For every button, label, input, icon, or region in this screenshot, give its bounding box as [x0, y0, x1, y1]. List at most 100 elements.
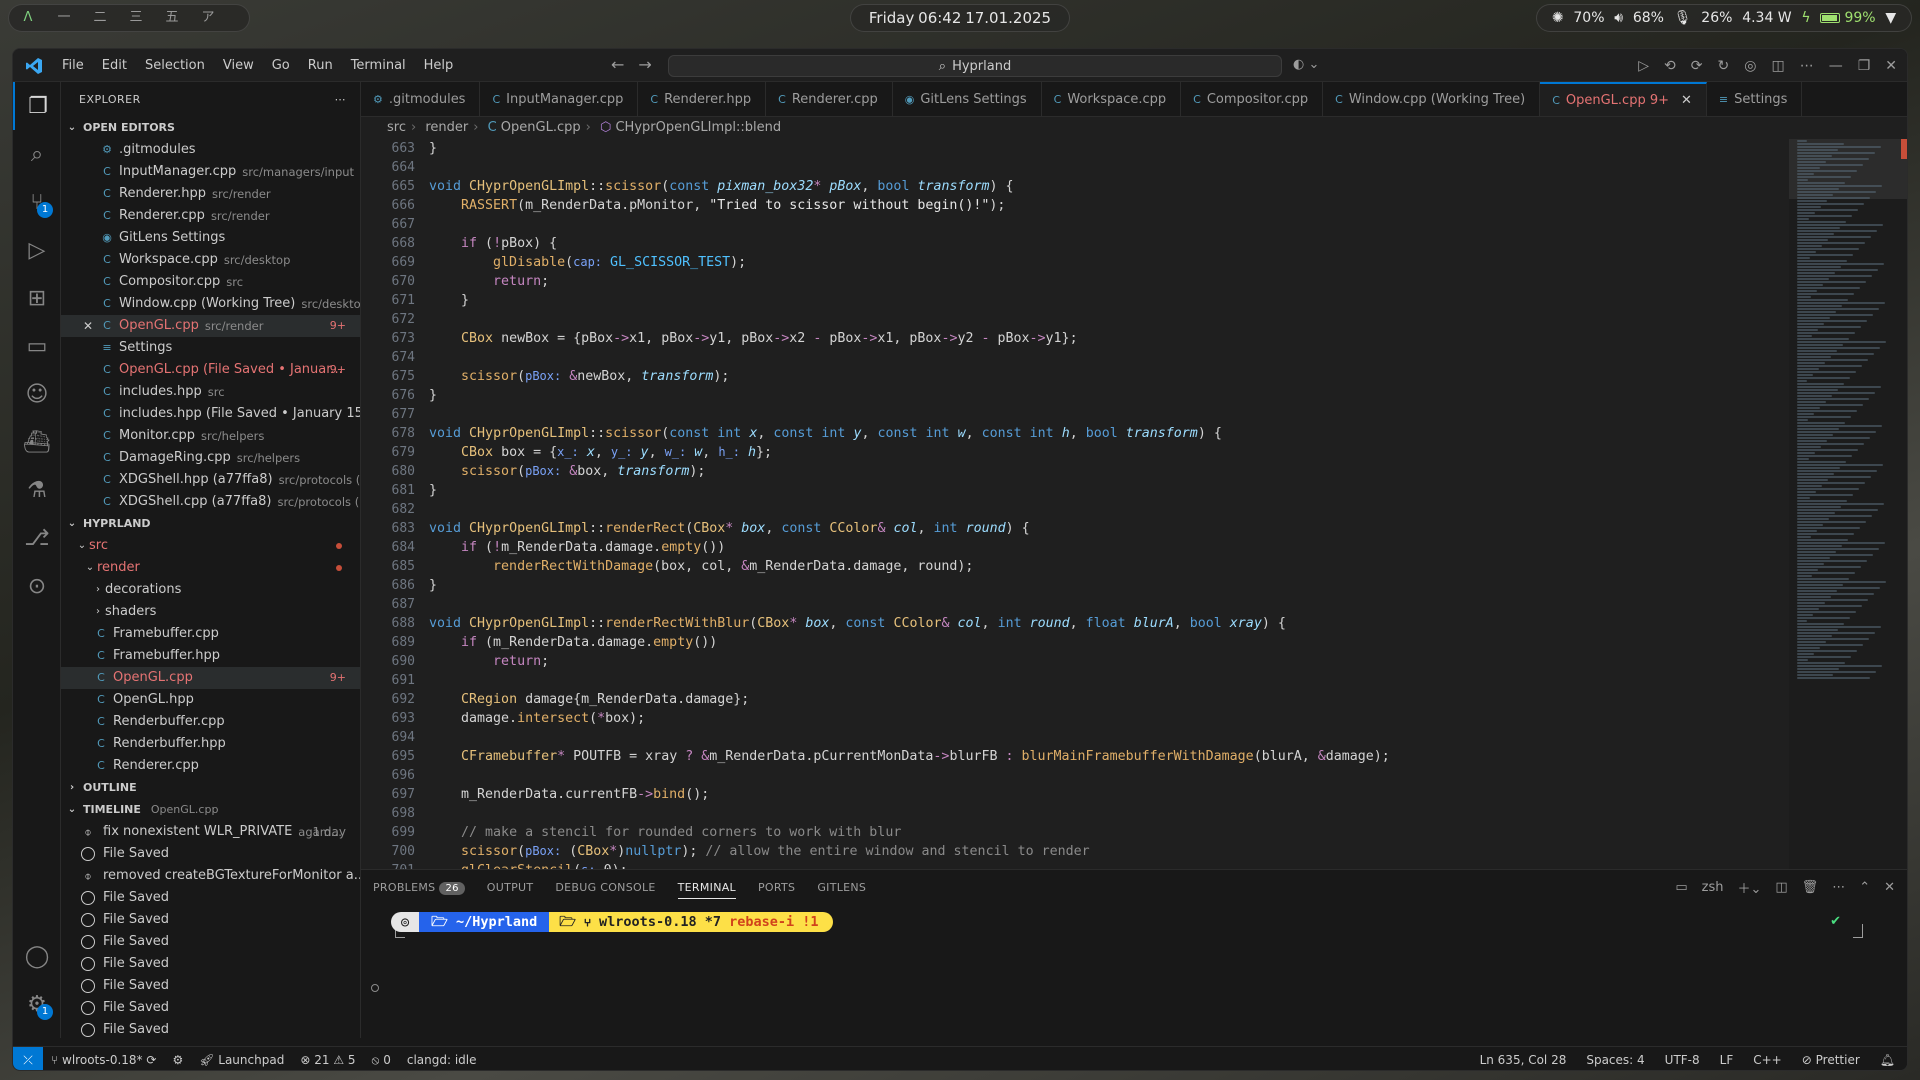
workspace-1[interactable]: Λ — [21, 11, 35, 25]
editor-tab[interactable]: ≡ Settings — [1707, 82, 1803, 116]
tree-file[interactable]: C Renderbuffer.hpp — [61, 733, 360, 755]
close-window-icon[interactable]: ✕ — [1885, 58, 1897, 74]
tree-folder-src[interactable]: ⌄ src — [61, 535, 360, 557]
run-debug-icon[interactable]: ▷ — [13, 226, 61, 274]
go-back-icon[interactable]: ⟲ — [1664, 58, 1676, 74]
editor-tab[interactable]: C Renderer.cpp — [766, 82, 893, 116]
timeline-item[interactable]: File Saved — [61, 909, 360, 931]
open-editor-item[interactable]: C OpenGL.cpp (File Saved • Januar... 9+ — [61, 359, 360, 381]
mic-level[interactable]: 26% — [1701, 10, 1732, 26]
testing-icon[interactable]: ⚗ — [13, 466, 61, 514]
split-terminal-icon[interactable]: ◫ — [1775, 880, 1787, 895]
code-lines[interactable]: }void CHyprOpenGLImpl::scissor(const pix… — [429, 139, 1779, 869]
launchpad[interactable]: 🚀︎ Launchpad — [199, 1053, 284, 1067]
more-actions-icon[interactable]: ⋯ — [1832, 880, 1845, 895]
code-line[interactable]: scissor(pBox: &box, transform); — [429, 462, 1779, 481]
extensions-icon[interactable]: ⊞ — [13, 274, 61, 322]
more-actions-icon[interactable]: ⋯ — [1800, 58, 1814, 74]
outline-header[interactable]: › OUTLINE — [61, 777, 360, 799]
menu-go[interactable]: Go — [263, 49, 299, 82]
close-icon[interactable]: ✕ — [83, 315, 93, 337]
code-line[interactable]: } — [429, 481, 1779, 500]
code-line[interactable] — [429, 215, 1779, 234]
clangd-status[interactable]: clangd: idle — [407, 1053, 477, 1067]
editor-tab[interactable]: C Compositor.cpp — [1181, 82, 1324, 116]
code-line[interactable]: CRegion damage{m_RenderData.damage}; — [429, 690, 1779, 709]
battery-indicator[interactable]: 99% — [1820, 10, 1876, 26]
volume-level[interactable]: 68% — [1633, 10, 1664, 26]
panel-tab-terminal[interactable]: TERMINAL — [677, 881, 736, 899]
breadcrumb-item[interactable]: OpenGL.cpp — [501, 120, 581, 135]
editor-tab[interactable]: C Workspace.cpp — [1042, 82, 1182, 116]
timeline-item[interactable]: File Saved — [61, 931, 360, 953]
code-line[interactable]: void CHyprOpenGLImpl::renderRectWithBlur… — [429, 614, 1779, 633]
code-line[interactable]: CFramebuffer* POUTFB = xray ? &m_RenderD… — [429, 747, 1779, 766]
gitlens-view-icon[interactable]: ⎇ — [13, 514, 61, 562]
tree-file[interactable]: C Renderbuffer.cpp — [61, 711, 360, 733]
menu-edit[interactable]: Edit — [93, 49, 136, 82]
panel-tab-output[interactable]: OUTPUT — [487, 881, 534, 894]
tree-file[interactable]: C Framebuffer.cpp — [61, 623, 360, 645]
open-editor-item[interactable]: C Workspace.cpp src/desktop — [61, 249, 360, 271]
code-line[interactable] — [429, 500, 1779, 519]
manage-gear-icon[interactable]: ⚙ 1 — [13, 980, 61, 1028]
workspace-3[interactable]: 二 — [93, 11, 107, 25]
code-line[interactable] — [429, 804, 1779, 823]
copilot-icon[interactable]: ◐ ⌄ — [1293, 57, 1319, 72]
tree-file[interactable]: C Renderer.cpp — [61, 755, 360, 777]
code-line[interactable]: scissor(pBox: &newBox, transform); — [429, 367, 1779, 386]
code-line[interactable]: void CHyprOpenGLImpl::scissor(const pixm… — [429, 177, 1779, 196]
gitlens-icon[interactable]: ◎ — [1744, 58, 1756, 74]
editor-tab[interactable]: C Renderer.hpp — [638, 82, 767, 116]
notifications-bell-icon[interactable]: 🔔︎ — [1880, 1053, 1895, 1067]
timeline-item[interactable]: File Saved — [61, 1019, 360, 1038]
open-editor-item[interactable]: C DamageRing.cpp src/helpers — [61, 447, 360, 469]
back-arrow-icon[interactable]: ← — [611, 55, 624, 74]
panel-tab-debug-console[interactable]: DEBUG CONSOLE — [555, 881, 655, 894]
timeline-item[interactable]: ⌽ removed createBGTextureForMonitor a... — [61, 865, 360, 887]
timeline-item[interactable]: File Saved — [61, 843, 360, 865]
code-line[interactable]: if (!pBox) { — [429, 234, 1779, 253]
minimap-slider[interactable] — [1789, 139, 1907, 199]
code-line[interactable]: } — [429, 386, 1779, 405]
open-editor-item[interactable]: C Compositor.cpp src — [61, 271, 360, 293]
workspace-4[interactable]: 三 — [129, 11, 143, 25]
open-editor-item[interactable]: ◉ GitLens Settings — [61, 227, 360, 249]
code-line[interactable]: } — [429, 139, 1779, 158]
open-editor-item[interactable]: ≡ Settings — [61, 337, 360, 359]
timeline-item[interactable]: ⌽ fix nonexistent WLR_PRIVATE agam... 1 day — [61, 821, 360, 843]
timeline-header[interactable]: ⌄ TIMELINE OpenGL.cpp — [61, 799, 360, 821]
code-line[interactable]: renderRectWithDamage(box, col, &m_Render… — [429, 557, 1779, 576]
editor-tab[interactable]: ⚙ .gitmodules — [361, 82, 481, 116]
code-line[interactable]: return; — [429, 272, 1779, 291]
breadcrumb-item[interactable]: render — [425, 120, 468, 135]
code-line[interactable] — [429, 766, 1779, 785]
panel-tab-gitlens[interactable]: GITLENS — [817, 881, 866, 894]
code-line[interactable]: return; — [429, 652, 1779, 671]
workspace-5[interactable]: 五 — [165, 11, 179, 25]
editor-tab[interactable]: C InputManager.cpp — [480, 82, 639, 116]
code-line[interactable]: } — [429, 576, 1779, 595]
go-forward-icon[interactable]: ↻ — [1718, 58, 1730, 74]
cpu-usage[interactable]: 70% — [1573, 10, 1604, 26]
remote-explorer-icon[interactable]: ▭ — [13, 322, 61, 370]
code-line[interactable]: if (m_RenderData.damage.empty()) — [429, 633, 1779, 652]
maximize-icon[interactable]: ❐ — [1858, 58, 1871, 74]
breadcrumb-item[interactable]: CHyprOpenGLImpl::blend — [615, 120, 781, 135]
open-editor-item[interactable]: ✕ C OpenGL.cpp src/render 9+ — [61, 315, 360, 337]
workspace-2[interactable]: 一 — [57, 11, 71, 25]
open-editor-item[interactable]: C Window.cpp (Working Tree) src/desktop — [61, 293, 360, 315]
minimap[interactable] — [1789, 139, 1907, 869]
ports-indicator[interactable]: ⦸ 0 — [372, 1053, 391, 1068]
wifi-icon[interactable]: ▼ — [1885, 10, 1896, 26]
timeline-view-icon[interactable]: ⊙ — [13, 562, 61, 610]
timeline-item[interactable]: File Saved — [61, 975, 360, 997]
menu-terminal[interactable]: Terminal — [342, 49, 415, 82]
menu-view[interactable]: View — [214, 49, 263, 82]
breadcrumb-item[interactable]: src — [387, 120, 406, 135]
encoding[interactable]: UTF-8 — [1665, 1053, 1700, 1067]
close-panel-icon[interactable]: ✕ — [1884, 880, 1895, 895]
editor-tab[interactable]: ◉ GitLens Settings — [893, 82, 1042, 116]
editor-tab[interactable]: C OpenGL.cpp 9+ ✕ — [1540, 82, 1707, 116]
docker-icon[interactable]: ⛴ — [13, 418, 61, 466]
